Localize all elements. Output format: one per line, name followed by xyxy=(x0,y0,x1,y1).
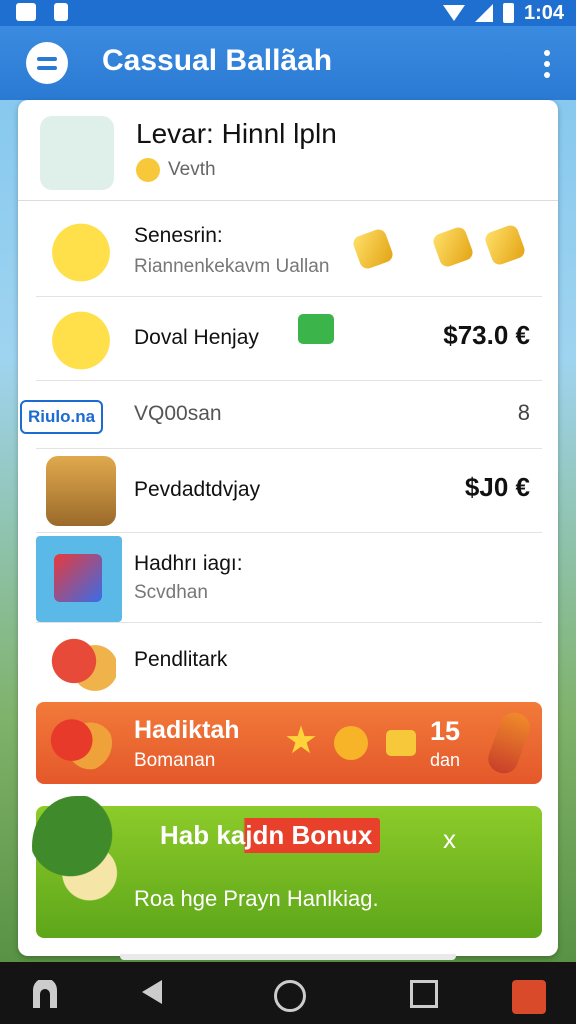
chick-icon xyxy=(46,214,116,284)
promo-subtitle: Bomanan xyxy=(134,750,216,771)
promo-banner[interactable]: Hadiktah Bomanan ★ 15 dan xyxy=(36,702,542,784)
treasure-chest-icon xyxy=(46,456,116,526)
star-icon: ★ xyxy=(284,720,319,762)
app-title: Cassual Ballãah xyxy=(102,44,333,77)
tag-icon xyxy=(298,314,334,344)
list-item-sublabel: Riannenkekavm Uallan xyxy=(134,256,330,277)
brand-badge: Riulo.na xyxy=(20,400,104,434)
gold-coin-icon xyxy=(431,225,475,269)
list-item-label: Doval Henjay xyxy=(134,326,259,349)
chick-bow-icon xyxy=(46,302,116,372)
back-icon[interactable] xyxy=(142,980,162,1004)
home-icon[interactable] xyxy=(274,980,306,1012)
list-item-label: Pendlitark xyxy=(134,648,228,671)
status-time: 1:04 xyxy=(523,1,564,24)
level-header: Levar: Hinnl lpln Vevth xyxy=(18,100,558,201)
list-item-sublabel: Scvdhan xyxy=(134,582,208,603)
list-item[interactable]: Senesrin: Riannenkekavm Uallan xyxy=(36,204,542,297)
list-item[interactable]: Pevdadtdvjay $J0 € xyxy=(36,448,542,533)
promo-title: Hadiktah xyxy=(134,716,240,744)
sd-card-icon xyxy=(54,3,68,21)
list-item-label: VQ00san xyxy=(134,402,222,425)
price-label: $73.0 € xyxy=(443,320,530,350)
level-title: Levar: Hinnl lpln xyxy=(136,118,337,149)
list-item[interactable]: Riulo.na VQ00san 8 xyxy=(20,380,542,449)
level-subtitle: Vevth xyxy=(136,158,216,182)
promo-count: 15 xyxy=(430,716,461,746)
close-icon[interactable]: x xyxy=(443,824,456,855)
gold-coin-icon xyxy=(483,223,527,267)
house-app-icon[interactable] xyxy=(512,980,546,1014)
cheese-coin-icon xyxy=(351,227,395,271)
app-bar: Cassual Ballãah xyxy=(0,26,576,100)
coin-stack-icon xyxy=(386,730,416,756)
battery-icon xyxy=(502,3,514,23)
coin-icon xyxy=(334,726,368,760)
carrot-icon xyxy=(484,708,534,778)
bonus-banner[interactable]: Hab kajdn Bonux x Roa hge Prayn Hanlkiag… xyxy=(32,796,542,938)
list-item[interactable]: Doval Henjay $73.0 € xyxy=(36,296,542,381)
trailing-value: 8 xyxy=(517,400,530,425)
bonus-description: Roa hge Prayn Hanlkiag. xyxy=(134,886,379,911)
list-item[interactable]: Pendlitark xyxy=(36,622,542,698)
list-item-label: Senesrin: xyxy=(134,224,223,247)
leaf-mascot-icon xyxy=(32,796,128,906)
main-card: Levar: Hinnl lpln Vevth Senesrin: Rianne… xyxy=(18,100,558,956)
menu-button[interactable] xyxy=(26,42,68,84)
cube-icon xyxy=(36,536,122,622)
home-arch-icon[interactable] xyxy=(30,978,60,1008)
nav-bar xyxy=(0,962,576,1024)
list-item-label: Pevdadtdvjay xyxy=(134,478,261,501)
bonus-title: Hab kajdn Bonux xyxy=(152,818,381,853)
overflow-menu-icon[interactable] xyxy=(544,50,550,78)
list-item[interactable]: Hadhrı iagı: Scvdhan xyxy=(36,532,542,623)
wifi-icon xyxy=(442,5,465,21)
fruit-icon xyxy=(50,714,112,772)
book-fox-icon xyxy=(40,116,114,190)
card-shadow-tail xyxy=(120,954,456,960)
status-bar: 1:04 xyxy=(0,0,576,26)
list-item-label: Hadhrı iagı: xyxy=(134,552,243,575)
recents-icon[interactable] xyxy=(410,980,438,1008)
level-subtitle-text: Vevth xyxy=(168,159,216,180)
smiley-icon xyxy=(136,158,160,182)
promo-count-unit: dan xyxy=(430,750,461,770)
notification-icon xyxy=(16,3,36,21)
rolls-icon xyxy=(46,626,116,696)
signal-icon xyxy=(474,4,493,22)
price-label: $J0 € xyxy=(464,472,530,502)
